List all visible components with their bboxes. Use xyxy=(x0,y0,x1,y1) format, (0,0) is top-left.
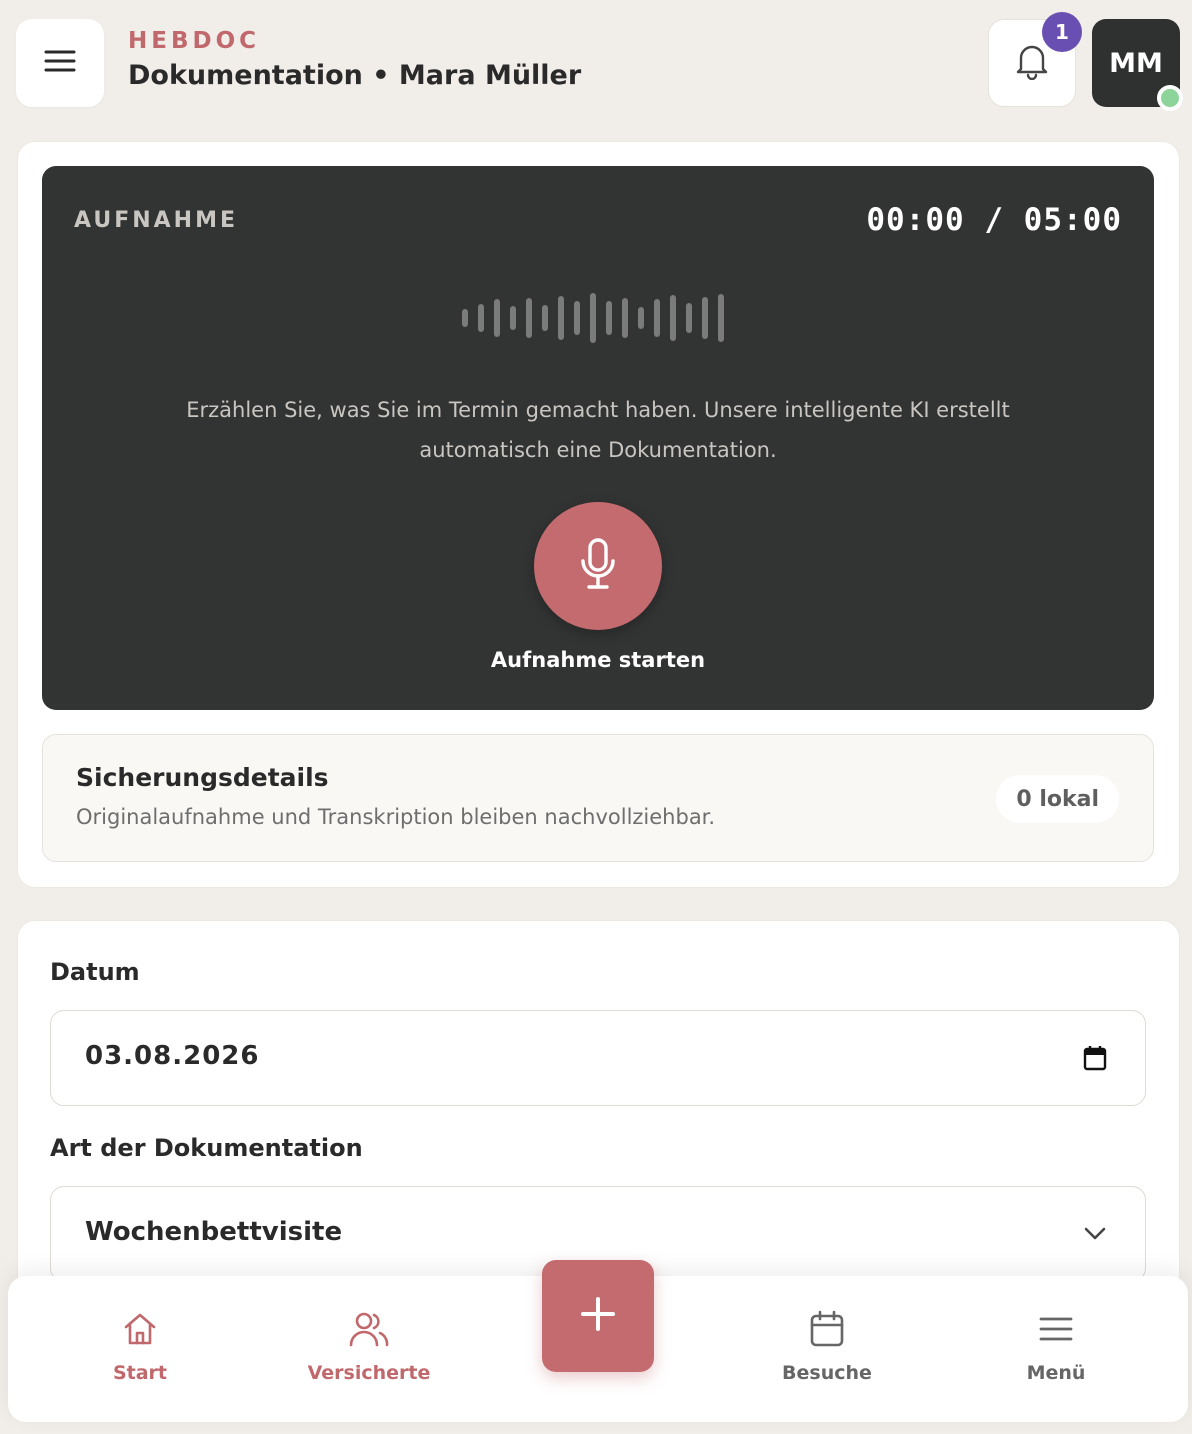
nav-label-menu: Menü xyxy=(1026,1362,1086,1384)
nav-label-start: Start xyxy=(112,1362,168,1384)
hamburger-icon xyxy=(44,49,76,77)
nav-item-menu[interactable]: Menü xyxy=(966,1276,1146,1422)
plus-icon xyxy=(580,1296,616,1336)
date-value: 03.08.2026 xyxy=(85,1041,260,1071)
menu-icon xyxy=(1039,1310,1073,1348)
online-status-dot xyxy=(1157,85,1183,111)
calendar-icon xyxy=(809,1310,845,1348)
recording-timer: 00:00 / 05:00 xyxy=(866,202,1122,238)
recording-label: AUFNAHME xyxy=(74,208,239,233)
nav-item-besuche[interactable]: Besuche xyxy=(737,1276,917,1422)
start-recording-label[interactable]: Aufnahme starten xyxy=(42,648,1154,672)
chevron-down-icon xyxy=(1083,1225,1107,1245)
start-recording-button[interactable] xyxy=(534,502,662,630)
app-header: HEBDOC Dokumentation • Mara Müller 1 MM xyxy=(0,0,1192,138)
notification-badge: 1 xyxy=(1042,12,1082,52)
doc-type-value: Wochenbettvisite xyxy=(85,1217,343,1247)
doc-type-label: Art der Dokumentation xyxy=(50,1134,363,1162)
page-title: Dokumentation • Mara Müller xyxy=(128,60,582,91)
local-count-badge: 0 lokal xyxy=(996,775,1119,823)
add-button[interactable] xyxy=(542,1260,654,1372)
microphone-icon xyxy=(578,537,618,595)
recording-panel: AUFNAHME 00:00 / 05:00 Erzählen Sie, was… xyxy=(42,166,1154,710)
home-icon xyxy=(122,1310,158,1348)
date-field[interactable]: 03.08.2026 xyxy=(50,1010,1146,1106)
menu-button[interactable] xyxy=(16,19,104,107)
users-icon xyxy=(349,1310,389,1348)
brand-name: HEBDOC xyxy=(128,28,261,54)
bell-icon xyxy=(1014,42,1050,84)
nav-item-start[interactable]: Start xyxy=(50,1276,230,1422)
waveform-icon xyxy=(462,292,742,344)
recording-description: Erzählen Sie, was Sie im Termin gemacht … xyxy=(186,398,1010,462)
backup-details: Sicherungsdetails Originalaufnahme und T… xyxy=(42,734,1154,862)
nav-label-besuche: Besuche xyxy=(782,1362,872,1384)
calendar-picker-icon[interactable] xyxy=(1083,1045,1107,1075)
backup-subtitle: Originalaufnahme und Transkription bleib… xyxy=(76,805,716,829)
backup-title: Sicherungsdetails xyxy=(76,763,329,792)
date-label: Datum xyxy=(50,958,140,986)
nav-label-versicherte: Versicherte xyxy=(307,1362,431,1384)
nav-item-versicherte[interactable]: Versicherte xyxy=(279,1276,459,1422)
